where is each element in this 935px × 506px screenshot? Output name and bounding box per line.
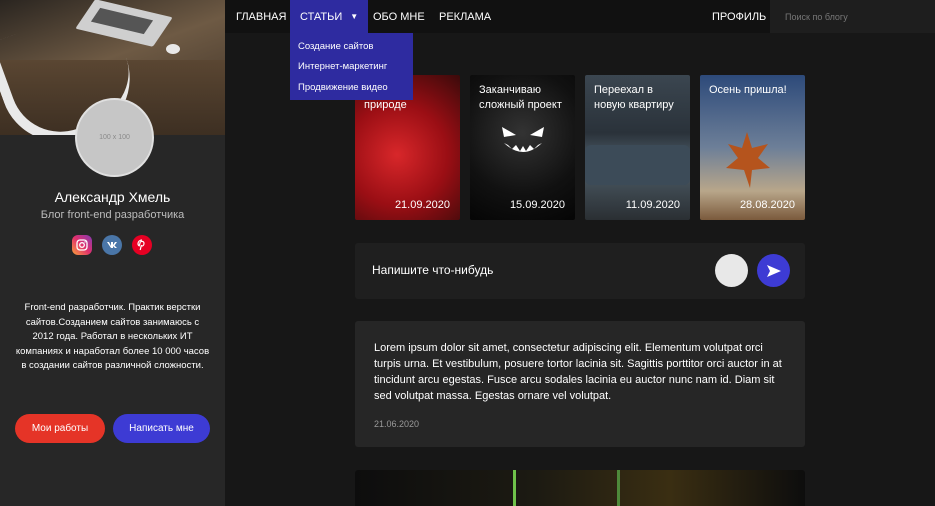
top-nav: ГЛАВНАЯ СТАТЬИ ▼ ОБО МНЕ РЕКЛАМА ПРОФИЛЬ…	[225, 0, 935, 33]
author-subtitle: Блог front-end разработчика	[40, 209, 185, 221]
autumn-leaf-image	[726, 132, 770, 188]
story-title: Осень пришла!	[709, 84, 787, 96]
nav-label: ОБО МНЕ	[373, 10, 425, 23]
story-card[interactable]: Заканчиваю сложный проект 15.09.2020	[470, 75, 575, 220]
sidebar: 100 x 100 Александр Хмель Блог front-end…	[0, 0, 225, 506]
post-date: 21.06.2020	[374, 419, 420, 429]
search-placeholder: Поиск по блогу	[785, 11, 848, 22]
vk-icon[interactable]	[102, 235, 122, 255]
grin-face-image	[502, 127, 544, 152]
write-me-button[interactable]: Написать мне	[113, 414, 210, 443]
next-post-image	[355, 470, 805, 506]
attach-circle-button[interactable]	[715, 254, 748, 287]
story-date: 15.09.2020	[509, 199, 565, 211]
send-button[interactable]	[757, 254, 790, 287]
send-icon	[766, 264, 781, 277]
story-date: 21.09.2020	[394, 199, 450, 211]
post-text: Lorem ipsum dolor sit amet, consectetur …	[374, 342, 782, 402]
articles-dropdown: Создание сайтов Интернет-маркетинг Продв…	[290, 33, 413, 100]
instagram-icon[interactable]	[72, 235, 92, 255]
dropdown-item-video-promotion[interactable]: Продвижение видео	[298, 82, 388, 93]
nav-label: ПРОФИЛЬ	[712, 10, 767, 23]
author-name: Александр Хмель	[54, 189, 171, 205]
story-title: Переехал в новую квартиру	[594, 84, 674, 111]
author-bio: Front-end разработчик. Практик верстки с…	[15, 302, 210, 371]
nav-item-articles[interactable]: СТАТЬИ ▼	[290, 0, 369, 33]
nav-item-profile[interactable]: ПРОФИЛЬ	[712, 0, 766, 33]
sofa-image	[585, 145, 690, 185]
post-card: Lorem ipsum dolor sit amet, consectetur …	[355, 321, 805, 447]
avatar-placeholder-label: 100 x 100	[99, 134, 130, 141]
story-date: 11.09.2020	[625, 199, 680, 211]
dropdown-item-internet-marketing[interactable]: Интернет-маркетинг	[298, 61, 387, 72]
search-input[interactable]: Поиск по блогу	[770, 0, 935, 33]
nav-label: СТАТЬИ	[300, 10, 343, 23]
story-card[interactable]: Осень пришла! 28.08.2020	[700, 75, 805, 220]
caret-down-icon: ▼	[350, 12, 359, 21]
story-card[interactable]: Переехал в новую квартиру 11.09.2020	[585, 75, 690, 220]
nav-item-about[interactable]: ОБО МНЕ	[373, 0, 425, 33]
avatar: 100 x 100	[75, 98, 154, 177]
nav-label: РЕКЛАМА	[439, 10, 492, 23]
nav-label: ГЛАВНАЯ	[236, 10, 287, 23]
pinterest-icon[interactable]	[132, 235, 152, 255]
story-date: 28.08.2020	[739, 199, 795, 211]
story-title: Заканчиваю сложный проект	[479, 84, 562, 111]
compose-placeholder: Напишите что-нибудь	[372, 263, 494, 277]
nav-item-home[interactable]: ГЛАВНАЯ	[236, 0, 286, 33]
dropdown-item-web-creation[interactable]: Создание сайтов	[298, 41, 373, 52]
nav-item-ads[interactable]: РЕКЛАМА	[439, 0, 491, 33]
social-links	[72, 235, 152, 255]
my-works-button[interactable]: Мои работы	[15, 414, 105, 443]
compose-box[interactable]: Напишите что-нибудь	[355, 243, 805, 299]
